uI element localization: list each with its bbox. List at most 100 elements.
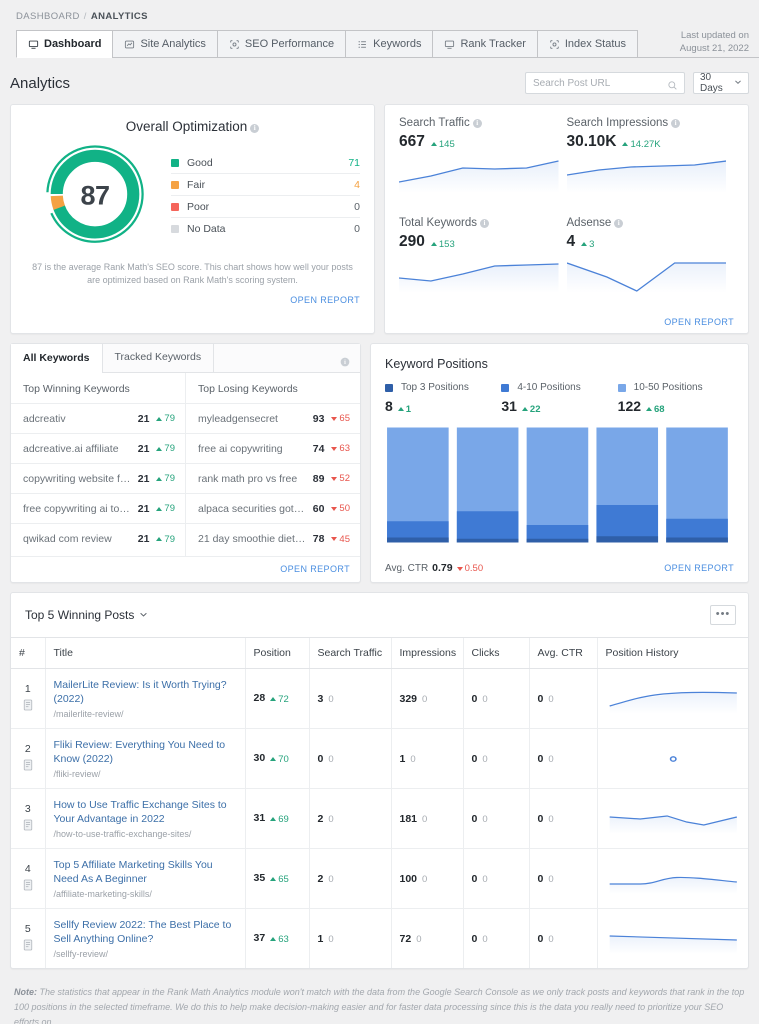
keyword-delta-value: 50: [339, 503, 350, 514]
traffic-value: 2: [317, 812, 324, 825]
optimization-open-report-link[interactable]: OPEN REPORT: [25, 295, 360, 305]
search-icon: [667, 78, 678, 96]
breadcrumb-dashboard[interactable]: DASHBOARD: [16, 11, 80, 22]
tab-seo-performance[interactable]: SEO Performance: [216, 30, 347, 58]
stats-open-report-link[interactable]: OPEN REPORT: [399, 317, 734, 327]
keyword-name: adcreative.ai affiliate: [23, 442, 119, 455]
keyword-row[interactable]: qwikad com review 21 79: [11, 524, 185, 554]
post-title-link[interactable]: MailerLite Review: Is it Worth Trying? (…: [54, 678, 237, 706]
info-icon[interactable]: i: [614, 219, 624, 228]
ctr-value: 0: [537, 692, 544, 705]
info-icon[interactable]: i: [479, 219, 489, 228]
keyword-row[interactable]: myleadgensecret 93 65: [186, 404, 360, 434]
ctr-delta: 0: [548, 873, 554, 885]
arrow-down-icon: [331, 537, 338, 541]
keyword-row[interactable]: rank math pro vs free 89 52: [186, 464, 360, 494]
post-title-link[interactable]: Top 5 Affiliate Marketing Skills You Nee…: [54, 858, 237, 886]
tab-tracked-keywords[interactable]: Tracked Keywords: [103, 343, 215, 372]
keyword-position: 21: [137, 533, 150, 545]
column-index: #: [11, 638, 46, 669]
search-post-url-box[interactable]: [525, 72, 685, 94]
traffic-cell: 00: [309, 728, 392, 789]
table-row: 5 Sellfy Review 2022: The Best Place to …: [11, 908, 748, 968]
legend-label: No Data: [187, 223, 226, 235]
clicks-cell: 00: [463, 848, 530, 909]
page-header: Analytics 30 Days: [0, 58, 759, 104]
ctr-cell: 00: [529, 908, 598, 968]
keywords-open-report-link[interactable]: OPEN REPORT: [11, 564, 350, 574]
tab-label: Rank Tracker: [460, 38, 526, 50]
traffic-cell: 30: [309, 668, 392, 729]
clicks-delta: 0: [482, 753, 488, 765]
keyword-delta-value: 79: [164, 413, 175, 424]
ctr-cell: 00: [529, 668, 598, 729]
info-icon[interactable]: i: [250, 124, 260, 133]
search-input[interactable]: [526, 73, 684, 94]
tab-all-keywords[interactable]: All Keywords: [11, 344, 103, 373]
tab-index-status[interactable]: Index Status: [536, 30, 639, 58]
row-index-cell: 4: [11, 848, 46, 909]
keyword-row[interactable]: free ai copywriting 74 63: [186, 434, 360, 464]
table-row: 3 How to Use Traffic Exchange Sites to Y…: [11, 788, 748, 849]
position-history-cell: [597, 848, 748, 909]
column-search-traffic: Search Traffic: [309, 638, 392, 669]
keyword-row[interactable]: free copywriting ai tools 21 79: [11, 494, 185, 524]
positions-open-report-link[interactable]: OPEN REPORT: [664, 563, 734, 573]
date-range-select[interactable]: 30 Days: [693, 72, 749, 94]
column-title: Title: [45, 638, 246, 669]
position-history-cell: [597, 728, 748, 789]
legend-label-row: 4-10 Positions: [501, 382, 617, 393]
info-icon[interactable]: i: [671, 119, 681, 128]
legend-label: Poor: [187, 200, 210, 213]
tab-dashboard[interactable]: Dashboard: [16, 30, 114, 58]
posts-menu-button[interactable]: •••: [710, 605, 736, 625]
posts-title-dropdown[interactable]: Top 5 Winning Posts: [25, 608, 148, 622]
legend-delta-value: 68: [654, 403, 665, 415]
ctr-value: 0: [537, 872, 544, 885]
position-cell: 28 72: [245, 668, 310, 729]
row-index-cell: 3: [11, 788, 46, 849]
keyword-delta: 79: [156, 443, 175, 454]
info-icon[interactable]: i: [340, 354, 350, 372]
keyword-row[interactable]: 21 day smoothie diet revi... 78 45: [186, 524, 360, 554]
keyword-delta: 63: [331, 443, 350, 454]
keyword-row[interactable]: copywriting website free 21 79: [11, 464, 185, 494]
tab-rank-tracker[interactable]: Rank Tracker: [432, 30, 538, 58]
keyword-row[interactable]: alpaca securities gotrade 60 50: [186, 494, 360, 524]
keyword-row[interactable]: adcreativ 21 79: [11, 404, 185, 434]
avg-ctr-delta-value: 0.50: [464, 563, 484, 574]
position-value: 31: [253, 812, 266, 825]
clicks-cell: 00: [463, 668, 530, 729]
legend-label-row: 10-50 Positions: [617, 382, 734, 393]
position-delta-value: 63: [278, 933, 289, 945]
keyword-delta-value: 52: [339, 473, 350, 484]
info-icon[interactable]: i: [472, 119, 482, 128]
keywords-tabs: All Keywords Tracked Keywords i: [11, 343, 360, 373]
overall-optimization-title: Overall Optimization i: [25, 119, 360, 134]
legend-item-poor: Poor 0: [171, 196, 360, 218]
chart-square-icon: [124, 39, 135, 50]
table-row: 1 MailerLite Review: Is it Worth Trying?…: [11, 668, 748, 729]
keyword-delta: 65: [331, 413, 350, 424]
stat-title-text: Search Traffic: [399, 117, 470, 129]
traffic-cell: 20: [309, 848, 392, 909]
keyword-position: 60: [312, 502, 325, 515]
keyword-delta-value: 79: [164, 533, 175, 545]
post-title-link[interactable]: Fliki Review: Everything You Need to Kno…: [54, 738, 237, 766]
keyword-row[interactable]: adcreative.ai affiliate 21 79: [11, 434, 185, 464]
focus-icon: [549, 39, 560, 50]
legend-group-10-50: 10-50 Positions 122 68: [617, 382, 734, 415]
focus-icon: [229, 39, 240, 50]
column-impressions: Impressions: [391, 638, 464, 669]
post-title-link[interactable]: Sellfy Review 2022: The Best Place to Se…: [54, 918, 237, 946]
keyword-position: 21: [137, 442, 150, 455]
arrow-up-icon: [156, 476, 163, 481]
table-row: 4 Top 5 Affiliate Marketing Skills You N…: [11, 848, 748, 909]
tab-keywords[interactable]: Keywords: [345, 30, 434, 58]
post-title-link[interactable]: How to Use Traffic Exchange Sites to You…: [54, 798, 237, 826]
tab-site-analytics[interactable]: Site Analytics: [112, 30, 218, 58]
stat-delta: 3: [581, 239, 594, 250]
arrow-up-icon: [156, 446, 163, 451]
tab-label: Dashboard: [44, 38, 102, 50]
footer-note-label: Note:: [14, 987, 37, 997]
